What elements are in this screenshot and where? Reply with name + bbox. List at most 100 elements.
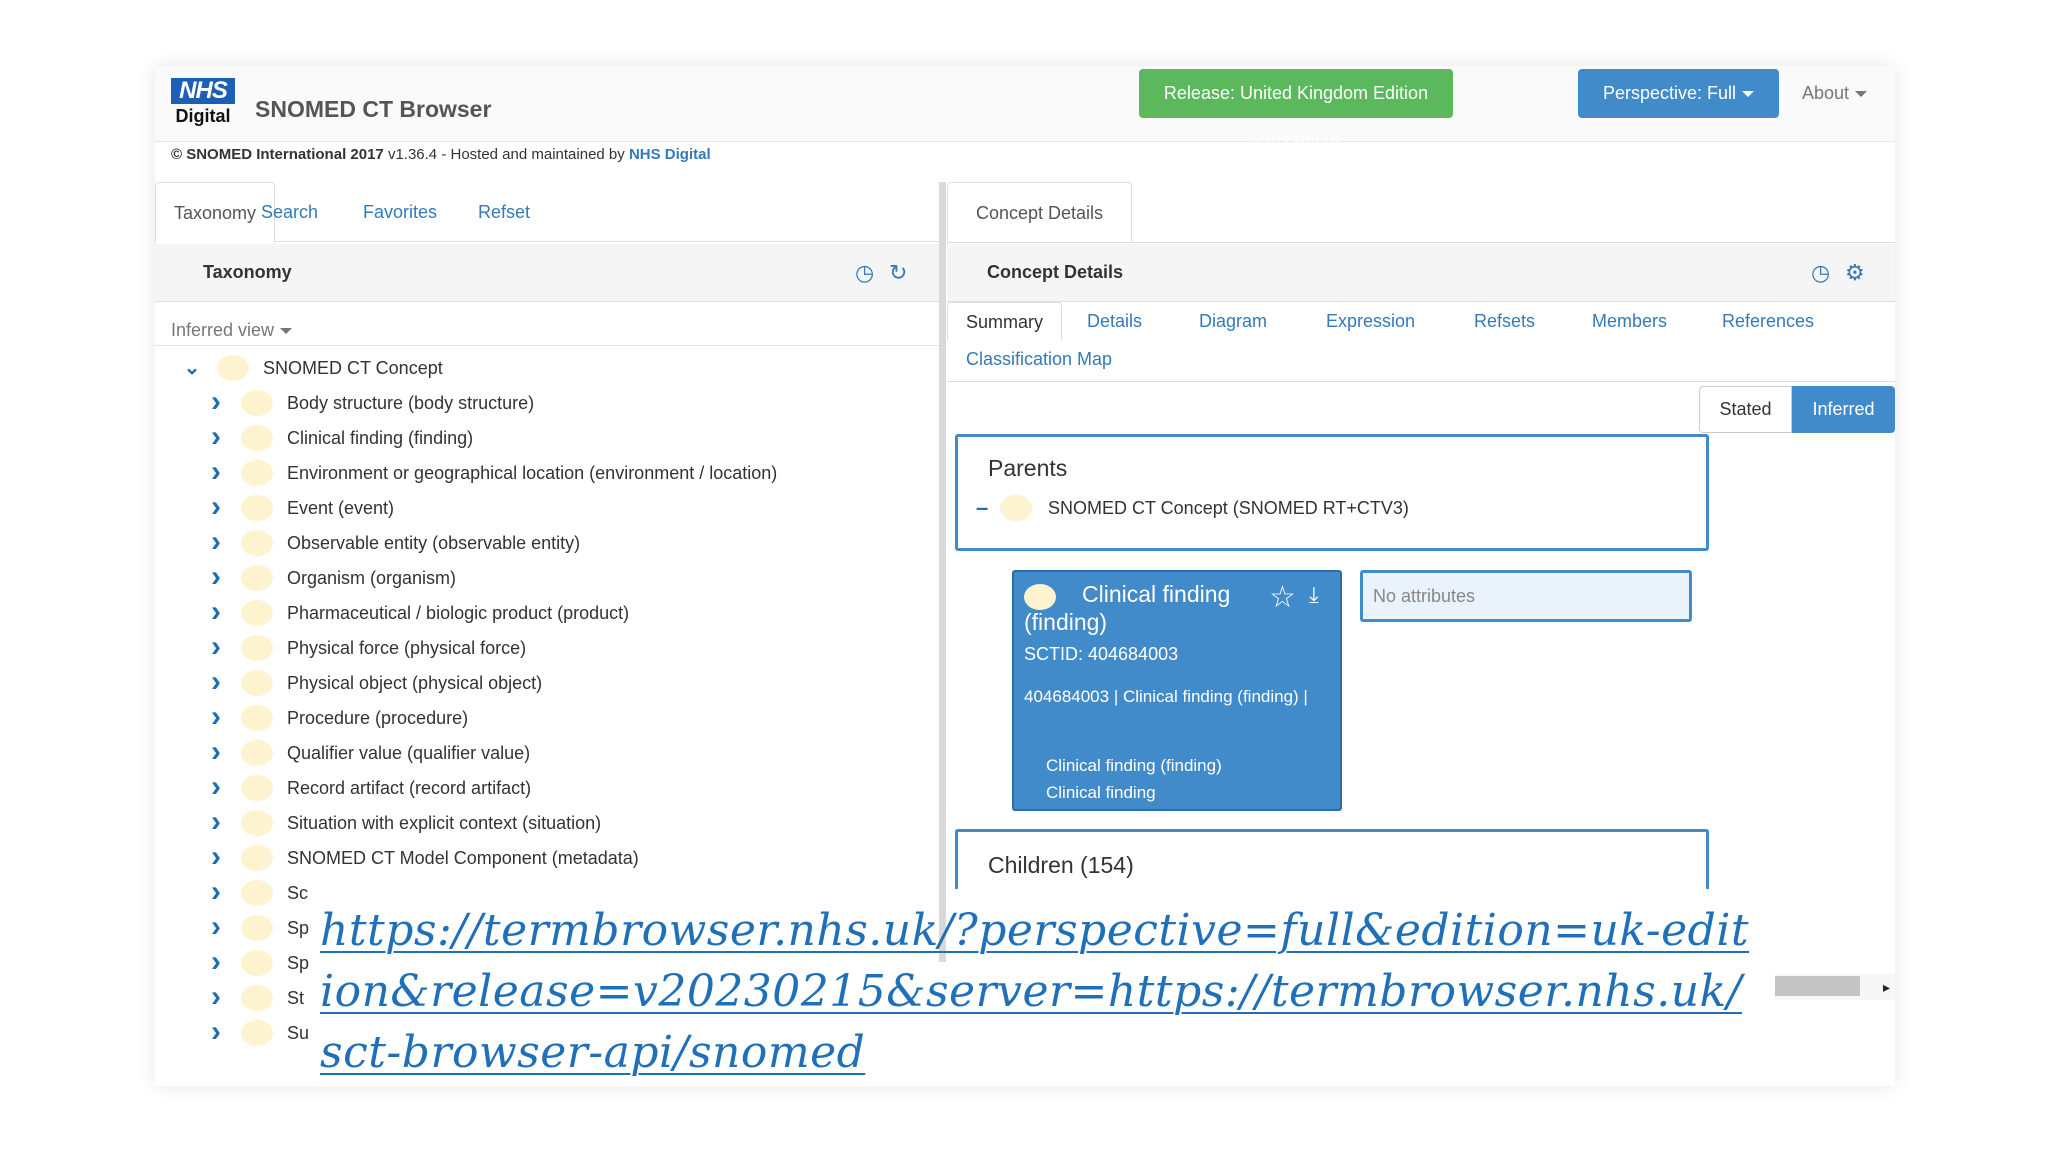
tree-node[interactable]: › Situation with explicit context (situat… bbox=[207, 806, 887, 841]
chevron-right-icon[interactable]: › bbox=[207, 491, 225, 526]
subtab-refsets[interactable]: Refsets bbox=[1474, 302, 1535, 340]
chevron-right-icon[interactable]: › bbox=[207, 771, 225, 806]
panel-splitter[interactable] bbox=[939, 182, 946, 962]
about-menu[interactable]: About bbox=[1802, 69, 1868, 118]
minus-icon[interactable]: – bbox=[976, 493, 988, 523]
release-button[interactable]: Release: United Kingdom Edition v2023021… bbox=[1139, 69, 1453, 152]
divider bbox=[947, 242, 1895, 243]
concept-dot-icon bbox=[241, 460, 273, 486]
concept-dot-icon bbox=[241, 985, 273, 1011]
perspective-button[interactable]: Perspective: Full bbox=[1578, 69, 1779, 118]
concept-panel-title: Concept Details bbox=[987, 262, 1124, 282]
chevron-right-icon[interactable]: › bbox=[207, 911, 225, 946]
tree-node[interactable]: › Body structure (body structure) bbox=[207, 386, 887, 421]
caret-down-icon bbox=[280, 328, 293, 335]
tree-node[interactable]: › Observable entity (observable entity) bbox=[207, 526, 887, 561]
subtab-expression[interactable]: Expression bbox=[1326, 302, 1415, 340]
chevron-down-icon[interactable]: ⌄ bbox=[183, 351, 201, 386]
tree-node[interactable]: › Qualifier value (qualifier value) bbox=[207, 736, 887, 771]
concept-dot-icon bbox=[241, 635, 273, 661]
chevron-right-icon[interactable]: › bbox=[207, 421, 225, 456]
chevron-right-icon[interactable]: › bbox=[207, 701, 225, 736]
concept-dot-icon bbox=[241, 390, 273, 416]
chevron-right-icon[interactable]: › bbox=[207, 841, 225, 876]
chevron-right-icon[interactable]: › bbox=[207, 456, 225, 491]
stated-toggle[interactable]: Stated bbox=[1699, 386, 1792, 433]
tree-node-label: Observable entity (observable entity) bbox=[287, 533, 581, 553]
tree-node[interactable]: › Physical object (physical object) bbox=[207, 666, 887, 701]
chevron-right-icon[interactable]: › bbox=[207, 876, 225, 911]
chevron-right-icon[interactable]: › bbox=[207, 946, 225, 981]
chevron-right-icon[interactable]: › bbox=[207, 666, 225, 701]
chevron-right-icon[interactable]: › bbox=[207, 526, 225, 561]
caret-down-icon bbox=[1855, 91, 1868, 98]
synonym-fsn: Clinical finding (finding) bbox=[1046, 756, 1222, 775]
scrollbar-thumb[interactable] bbox=[1775, 976, 1860, 996]
concept-dot-icon bbox=[241, 915, 273, 941]
caret-down-icon bbox=[1742, 91, 1755, 98]
scroll-right-arrow-icon[interactable]: ▸ bbox=[1883, 974, 1890, 1000]
chevron-right-icon[interactable]: › bbox=[207, 386, 225, 421]
chevron-right-icon[interactable]: › bbox=[207, 981, 225, 1016]
chevron-right-icon[interactable]: › bbox=[207, 806, 225, 841]
concept-sctid: SCTID: 404684003 bbox=[1024, 644, 1179, 664]
tab-search[interactable]: Search bbox=[243, 182, 336, 243]
concept-subtabs: Summary Details Diagram Expression Refse… bbox=[947, 302, 1895, 382]
tree-node[interactable]: › Procedure (procedure) bbox=[207, 701, 887, 736]
left-tab-bar: Taxonomy Search Favorites Refset bbox=[155, 182, 939, 243]
url-overlay-text[interactable]: https://termbrowser.nhs.uk/?perspective=… bbox=[320, 900, 1760, 1083]
history-icon[interactable]: ◷ bbox=[855, 262, 874, 284]
concept-dot-icon bbox=[241, 880, 273, 906]
star-icon[interactable]: ☆ bbox=[1269, 580, 1296, 615]
tree-node[interactable]: › Clinical finding (finding) bbox=[207, 421, 887, 456]
chevron-right-icon[interactable]: › bbox=[207, 736, 225, 771]
tree-node[interactable]: › Physical force (physical force) bbox=[207, 631, 887, 666]
tree-node-label: Sp bbox=[287, 953, 310, 973]
subtab-details[interactable]: Details bbox=[1087, 302, 1142, 340]
subtab-diagram[interactable]: Diagram bbox=[1199, 302, 1267, 340]
concept-dot-icon bbox=[241, 530, 273, 556]
history-icon[interactable]: ◷ bbox=[1811, 262, 1830, 284]
tree-node-label: St bbox=[287, 988, 305, 1008]
tree-node-label: Sc bbox=[287, 883, 309, 903]
tree-node[interactable]: › Event (event) bbox=[207, 491, 887, 526]
export-icon[interactable]: ⤓ bbox=[1309, 582, 1319, 608]
tree-node[interactable]: › Record artifact (record artifact) bbox=[207, 771, 887, 806]
tab-favorites[interactable]: Favorites bbox=[345, 182, 455, 243]
subtab-members[interactable]: Members bbox=[1592, 302, 1667, 340]
concept-dot-icon bbox=[217, 355, 249, 381]
view-select[interactable]: Inferred view bbox=[171, 320, 293, 341]
inferred-toggle[interactable]: Inferred bbox=[1792, 386, 1895, 433]
tree-node[interactable]: › Organism (organism) bbox=[207, 561, 887, 596]
concept-name: Clinical finding (finding) bbox=[1024, 581, 1231, 635]
concept-dot-icon bbox=[241, 810, 273, 836]
perspective-label: Perspective: Full bbox=[1602, 83, 1737, 103]
chevron-right-icon[interactable]: › bbox=[207, 561, 225, 596]
tree-node-label: Clinical finding (finding) bbox=[287, 428, 474, 448]
subtab-summary[interactable]: Summary bbox=[947, 302, 1063, 340]
refresh-icon[interactable]: ↻ bbox=[889, 262, 907, 284]
concept-panel-header: Concept Details ◷ ⚙ bbox=[947, 244, 1895, 302]
tree-node[interactable]: › Environment or geographical location (e… bbox=[207, 456, 887, 491]
subtab-classification-map[interactable]: Classification Map bbox=[966, 340, 1112, 378]
chevron-right-icon[interactable]: › bbox=[207, 631, 225, 666]
tree-node[interactable]: › Pharmaceutical / biologic product (prod… bbox=[207, 596, 887, 631]
gear-icon[interactable]: ⚙ bbox=[1845, 262, 1865, 284]
subtab-references[interactable]: References bbox=[1722, 302, 1814, 340]
chevron-right-icon[interactable]: › bbox=[207, 1016, 225, 1051]
synonym-preferred: Clinical finding bbox=[1046, 783, 1156, 802]
chevron-right-icon[interactable]: › bbox=[207, 596, 225, 631]
tab-concept-details[interactable]: Concept Details bbox=[947, 182, 1132, 243]
tab-refset[interactable]: Refset bbox=[460, 182, 548, 243]
tree-node[interactable]: › SNOMED CT Model Component (metadata) bbox=[207, 841, 887, 876]
children-title: Children (154) bbox=[988, 852, 1134, 878]
tree-node-label: Qualifier value (qualifier value) bbox=[287, 743, 531, 763]
tree-node-label: Event (event) bbox=[287, 498, 395, 518]
view-select-label: Inferred view bbox=[171, 320, 275, 340]
nhs-digital-link[interactable]: NHS Digital bbox=[629, 146, 711, 163]
tree-root-node[interactable]: ⌄ SNOMED CT Concept bbox=[183, 351, 883, 386]
nhs-digital-logo[interactable]: NHS Digital bbox=[171, 78, 235, 128]
tree-node-label: Su bbox=[287, 1023, 310, 1043]
top-navbar: NHS Digital SNOMED CT Browser Release: U… bbox=[155, 66, 1895, 152]
tree-node-label: Physical object (physical object) bbox=[287, 673, 543, 693]
